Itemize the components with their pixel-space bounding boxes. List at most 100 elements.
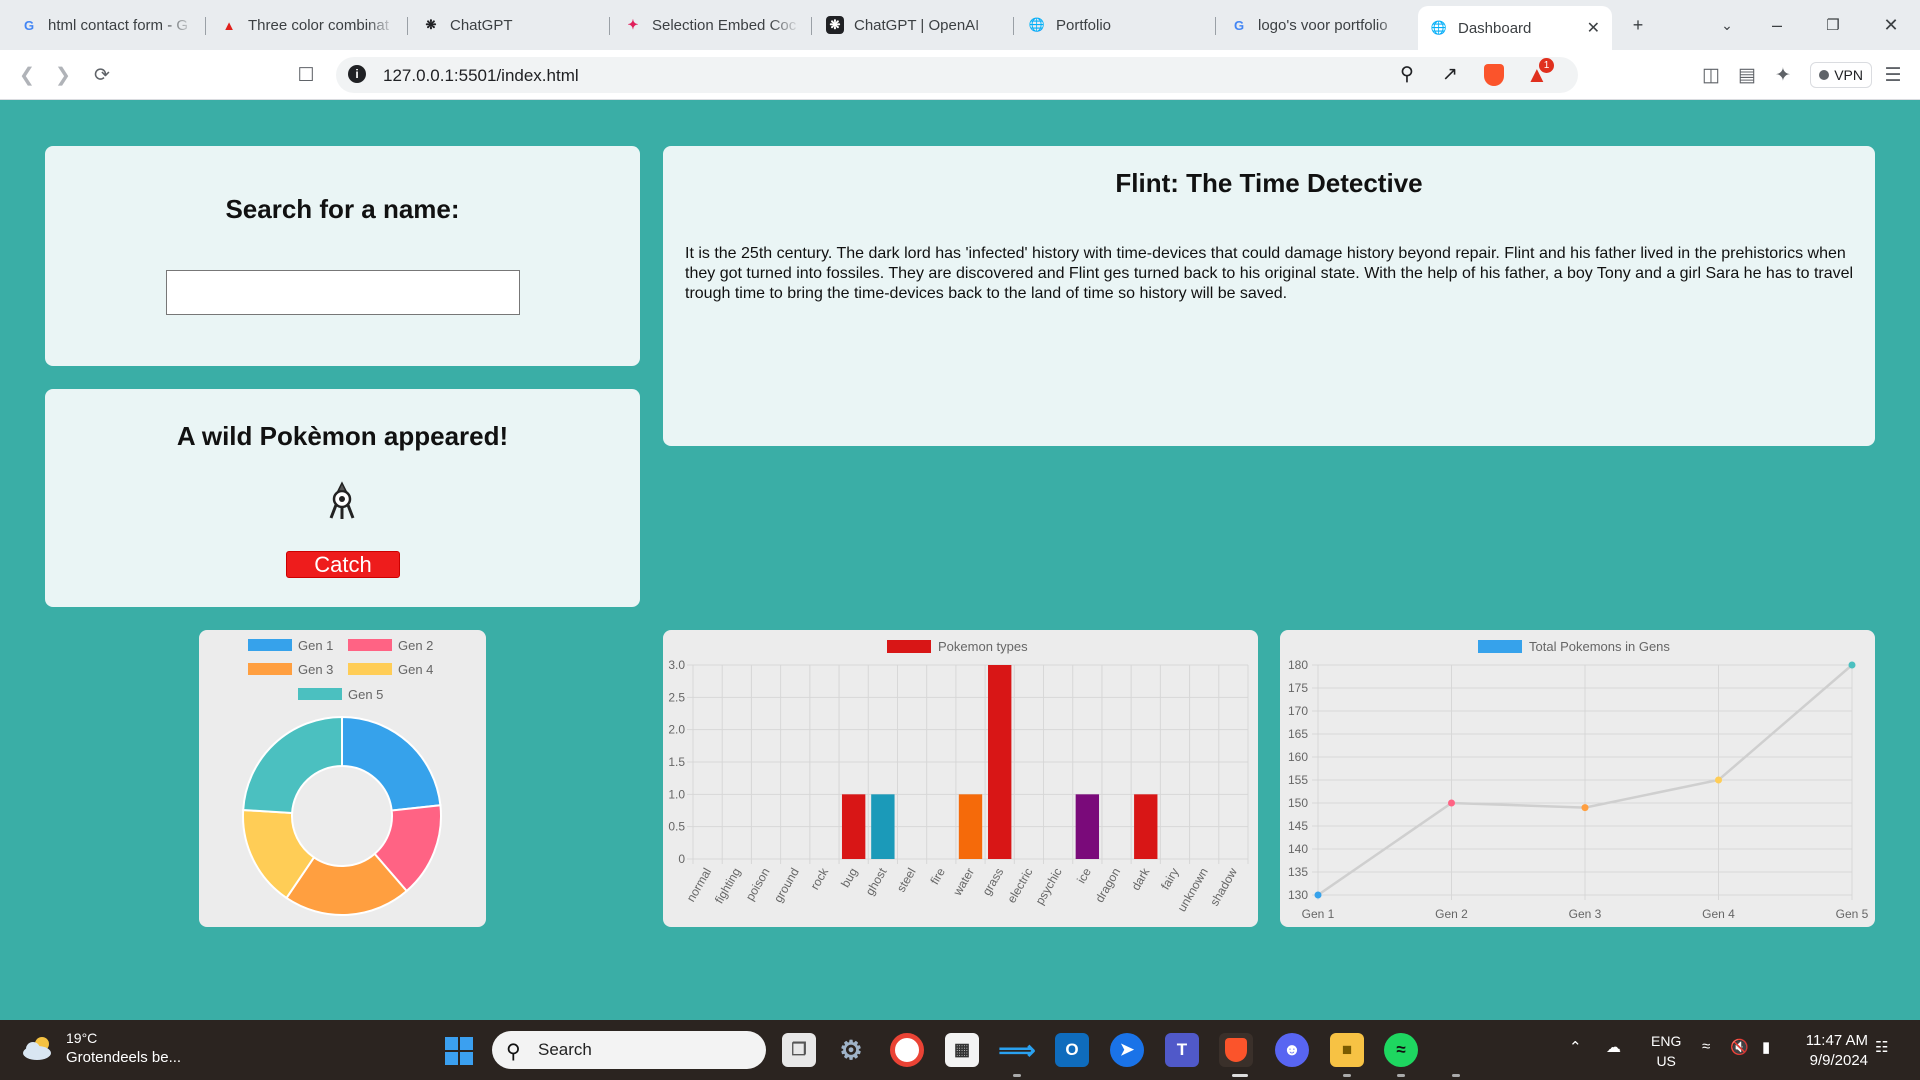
leo-ai-icon[interactable]: ✦	[1770, 62, 1796, 88]
restore-button[interactable]: ❐	[1818, 10, 1848, 40]
url-text[interactable]: 127.0.0.1:5501/index.html	[383, 66, 579, 86]
spotify-icon[interactable]: ≈	[1384, 1033, 1418, 1067]
taskbar-search[interactable]: ⚲ Search	[492, 1031, 766, 1069]
x-tick-label: Gen 2	[1435, 907, 1468, 921]
tab-logos-portfolio[interactable]: G logo's voor portfolio	[1218, 8, 1418, 42]
tab-chatgpt-openai[interactable]: ❋ ChatGPT | OpenAI	[814, 8, 1014, 42]
catch-button[interactable]: Catch	[286, 551, 400, 578]
minimize-button[interactable]: –	[1762, 10, 1792, 40]
y-tick-label: 1.0	[668, 787, 685, 801]
address-bar[interactable]: i 127.0.0.1:5501/index.html ⚲ ↗ ▲ 1	[336, 57, 1578, 93]
teams-icon[interactable]: T	[1165, 1033, 1199, 1067]
y-tick-label: 1.5	[668, 755, 685, 769]
y-tick-label: 175	[1288, 681, 1308, 695]
chrome-icon[interactable]	[890, 1033, 924, 1067]
google-icon: G	[23, 17, 35, 33]
pokemon-title: A wild Pokèmon appeared!	[176, 421, 509, 451]
vpn-button[interactable]: VPN	[1810, 62, 1872, 88]
legend-label: Pokemon types	[938, 639, 1028, 654]
legend-label: Gen 4	[398, 662, 433, 677]
tab-portfolio[interactable]: 🌐 Portfolio	[1016, 8, 1216, 42]
tab-selection-embed[interactable]: ✦ Selection Embed Coc	[612, 8, 812, 42]
x-tick-label: ice	[1074, 865, 1094, 886]
share-icon[interactable]: ↗	[1442, 63, 1458, 86]
tray-chevron-up-icon[interactable]: ⌃	[1569, 1038, 1582, 1056]
story-card: Flint: The Time Detective It is the 25th…	[663, 146, 1875, 446]
globe-icon: 🌐	[1430, 20, 1448, 35]
y-tick-label: 155	[1288, 773, 1308, 787]
search-card: Search for a name:	[45, 146, 640, 366]
tab-dashboard[interactable]: 🌐 Dashboard ✕	[1418, 6, 1612, 50]
tab-html-contact-form[interactable]: G html contact form - G	[8, 8, 206, 42]
x-tick-label: fighting	[712, 866, 743, 907]
forward-icon[interactable]: ❯	[50, 62, 76, 88]
x-tick-label: Gen 3	[1569, 907, 1602, 921]
google-icon: G	[1233, 17, 1245, 33]
x-tick-label: fire	[927, 865, 948, 887]
data-point	[1715, 776, 1722, 784]
vpn-status-icon	[1819, 70, 1830, 80]
bookmark-icon[interactable]: ☐	[293, 62, 319, 88]
tab-search-chevron-icon[interactable]: ⌄	[1712, 10, 1742, 40]
copilot-icon[interactable]: ➤	[1110, 1033, 1144, 1067]
legend-swatch	[248, 663, 292, 675]
x-tick-label: Gen 1	[1302, 907, 1335, 921]
close-tab-icon[interactable]: ✕	[1587, 18, 1600, 38]
y-tick-label: 3.0	[668, 658, 685, 672]
browser-tab-bar: G html contact form - G ▲ Three color co…	[0, 0, 1920, 50]
brave-taskbar-icon[interactable]	[1219, 1033, 1253, 1067]
x-tick-label: steel	[894, 866, 919, 895]
back-icon[interactable]: ❮	[14, 62, 40, 88]
y-tick-label: 0.5	[668, 820, 685, 834]
data-point	[1581, 804, 1589, 812]
reload-icon[interactable]: ⟳	[89, 62, 115, 88]
weather-widget[interactable]: 19°C Grotendeels be...	[20, 1030, 181, 1066]
pokemon-sprite-icon	[329, 481, 355, 519]
onedrive-cloud-icon[interactable]: ☁	[1606, 1038, 1621, 1056]
y-tick-label: 2.0	[668, 723, 685, 737]
x-tick-label: grass	[980, 866, 1007, 898]
x-tick-label: poison	[743, 866, 773, 904]
search-icon: ⚲	[506, 1041, 521, 1063]
bar	[958, 794, 983, 859]
legend-swatch	[887, 640, 931, 653]
legend-label: Gen 1	[298, 638, 333, 653]
legend-swatch	[298, 688, 342, 700]
wifi-icon[interactable]: ≈	[1702, 1038, 1710, 1055]
volume-muted-icon[interactable]: 🔇	[1730, 1038, 1749, 1056]
vscode-icon[interactable]: ⟹	[998, 1033, 1035, 1067]
adobe-icon: ▲	[222, 17, 236, 33]
x-tick-label: ghost	[863, 865, 890, 898]
bar	[1075, 794, 1100, 859]
x-tick-label: water	[950, 865, 977, 898]
tab-three-color[interactable]: ▲ Three color combinat	[208, 8, 408, 42]
close-window-button[interactable]: ✕	[1876, 10, 1906, 40]
notifications-icon[interactable]: ☷	[1875, 1038, 1888, 1056]
sidebar-icon[interactable]: ◫	[1698, 62, 1724, 88]
microsoft-store-icon[interactable]: ▦	[945, 1033, 979, 1067]
task-view-icon[interactable]: ❐	[782, 1033, 816, 1067]
data-point	[1314, 891, 1322, 899]
windows-start-icon[interactable]	[444, 1036, 474, 1066]
clock[interactable]: 11:47 AM 9/9/2024	[1806, 1031, 1868, 1071]
outlook-icon[interactable]: O	[1055, 1033, 1089, 1067]
weather-cloud-icon	[23, 1037, 51, 1060]
line-chart-svg: Total Pokemons in Gens 130 135 140 145 150 155…	[1288, 639, 1869, 921]
brave-shields-icon[interactable]	[1484, 64, 1504, 86]
battery-icon[interactable]: ▮	[1762, 1038, 1770, 1056]
settings-gear-icon[interactable]: ⚙	[834, 1033, 868, 1067]
file-explorer-icon[interactable]: ■	[1330, 1033, 1364, 1067]
y-tick-label: 165	[1288, 727, 1308, 741]
discord-icon[interactable]: ☻	[1275, 1033, 1309, 1067]
x-tick-label: fairy	[1158, 866, 1181, 893]
y-tick-label: 160	[1288, 750, 1308, 764]
y-tick-label: 170	[1288, 704, 1308, 718]
language-indicator[interactable]: ENG US	[1651, 1031, 1681, 1071]
new-tab-button[interactable]: +	[1623, 10, 1653, 40]
wallet-icon[interactable]: ▤	[1734, 62, 1760, 88]
site-info-icon[interactable]: i	[348, 65, 366, 83]
tab-chatgpt[interactable]: ❋ ChatGPT	[410, 8, 610, 42]
zoom-icon[interactable]: ⚲	[1400, 63, 1414, 86]
name-search-input[interactable]	[166, 270, 520, 315]
menu-icon[interactable]: ☰	[1880, 62, 1906, 88]
